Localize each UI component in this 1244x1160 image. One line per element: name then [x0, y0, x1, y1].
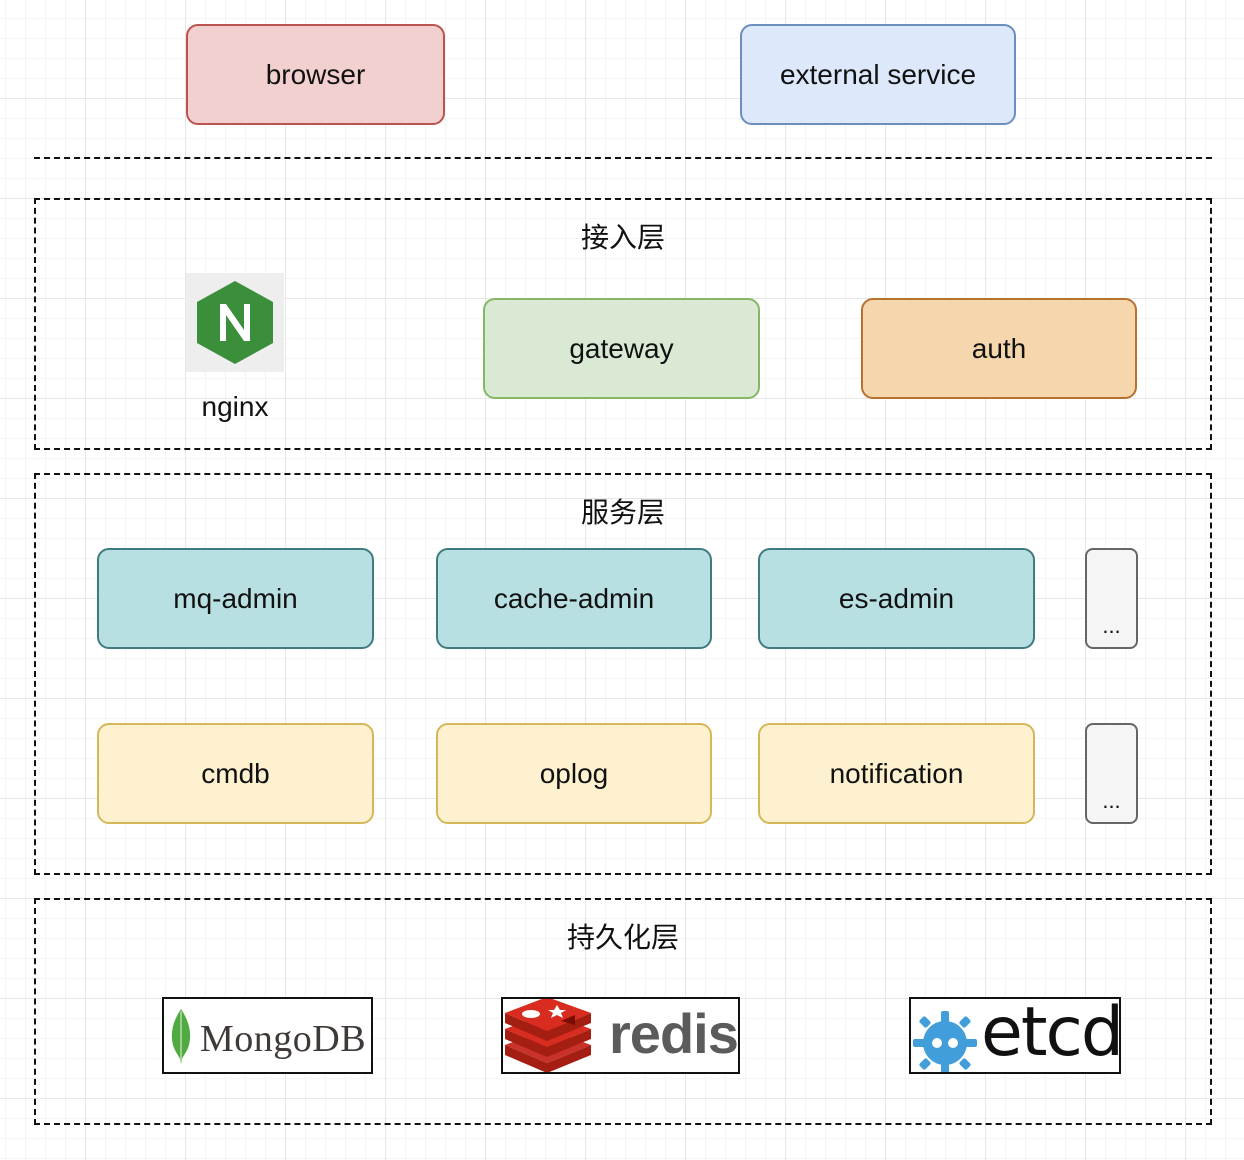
mongodb-leaf-icon — [171, 1009, 191, 1064]
redis-logo: redis — [501, 997, 740, 1074]
etcd-wordmark: etcd — [981, 997, 1121, 1072]
oplog-label: oplog — [539, 757, 609, 789]
auth-label: auth — [971, 332, 1027, 364]
cmdb-node: cmdb — [97, 723, 374, 824]
mongodb-logo: MongoDB — [162, 997, 373, 1074]
cache-admin-label: cache-admin — [493, 582, 655, 614]
notification-label: notification — [829, 757, 964, 789]
more-core-label: ... — [1102, 788, 1121, 813]
external-service-node: external service — [740, 24, 1016, 125]
gateway-label: gateway — [569, 332, 674, 364]
mq-admin-node: mq-admin — [97, 548, 374, 649]
service-layer-title: 服务层 — [580, 496, 665, 529]
auth-node: auth — [861, 298, 1137, 399]
etcd-logo: etcd — [909, 997, 1121, 1074]
redis-wordmark: redis — [609, 1002, 738, 1065]
mongodb-wordmark: MongoDB — [200, 1018, 367, 1060]
more-admin-node: ... — [1085, 548, 1138, 649]
oplog-node: oplog — [436, 723, 712, 824]
browser-label: browser — [265, 58, 366, 90]
more-core-node: ... — [1085, 723, 1138, 824]
client-separator-line — [34, 157, 1212, 159]
notification-node: notification — [758, 723, 1035, 824]
es-admin-label: es-admin — [838, 582, 955, 614]
nginx-icon — [197, 281, 273, 364]
nginx-logo — [186, 273, 284, 372]
etcd-icon — [913, 1011, 977, 1072]
cmdb-label: cmdb — [201, 757, 270, 789]
external-service-label: external service — [779, 58, 977, 90]
more-admin-label: ... — [1102, 613, 1121, 638]
access-layer-title: 接入层 — [580, 221, 665, 254]
es-admin-node: es-admin — [758, 548, 1035, 649]
mq-admin-label: mq-admin — [173, 582, 298, 614]
cache-admin-node: cache-admin — [436, 548, 712, 649]
browser-node: browser — [186, 24, 445, 125]
gateway-node: gateway — [483, 298, 760, 399]
redis-cube-icon — [505, 999, 591, 1072]
persistence-layer-title: 持久化层 — [566, 921, 679, 954]
nginx-label: nginx — [201, 391, 269, 422]
